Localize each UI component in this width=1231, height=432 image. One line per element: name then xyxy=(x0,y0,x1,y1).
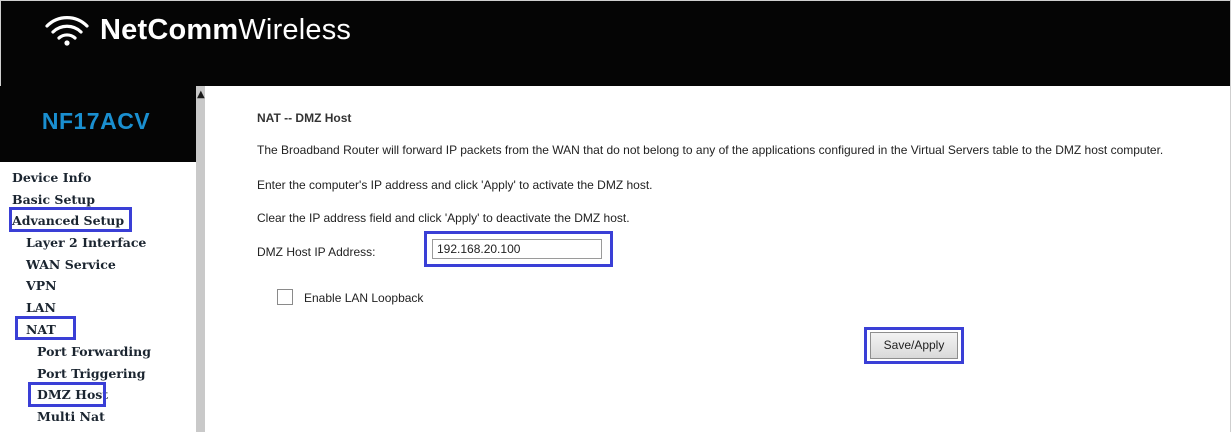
sidebar-item-lan[interactable]: LAN xyxy=(26,300,56,315)
sidebar-scrollbar[interactable] xyxy=(196,86,205,432)
sidebar-item-device-info[interactable]: Device Info xyxy=(12,170,91,185)
wifi-icon xyxy=(45,16,89,46)
lan-loopback-label: Enable LAN Loopback xyxy=(304,291,424,305)
sidebar-item-vpn[interactable]: VPN xyxy=(26,278,57,293)
brand-logo: NetCommWireless xyxy=(43,13,351,47)
main-content xyxy=(205,86,1230,432)
brand-name: NetCommWireless xyxy=(100,13,352,46)
highlight-advanced-setup xyxy=(9,207,132,232)
sidebar-item-wan-service[interactable]: WAN Service xyxy=(26,257,116,272)
sidebar-item-multi-nat[interactable]: Multi Nat xyxy=(37,409,105,424)
highlight-nat xyxy=(15,316,76,340)
dmz-ip-label: DMZ Host IP Address: xyxy=(257,245,376,259)
top-header: NetCommWireless xyxy=(1,1,1230,86)
sidebar-item-basic-setup[interactable]: Basic Setup xyxy=(12,192,95,207)
sidebar-item-port-triggering[interactable]: Port Triggering xyxy=(37,366,145,381)
highlight-dmz-host xyxy=(28,382,106,407)
sidebar-item-layer2-interface[interactable]: Layer 2 Interface xyxy=(26,235,146,250)
lan-loopback-checkbox[interactable] xyxy=(277,289,293,305)
page-title: NAT -- DMZ Host xyxy=(257,111,352,125)
description-text: The Broadband Router will forward IP pac… xyxy=(257,143,1164,157)
sidebar-item-port-forwarding[interactable]: Port Forwarding xyxy=(37,344,151,359)
instruction-activate: Enter the computer's IP address and clic… xyxy=(257,178,653,192)
model-name: NF17ACV xyxy=(41,108,151,134)
scroll-up-arrow-icon[interactable]: ▲ xyxy=(197,90,205,100)
instruction-deactivate: Clear the IP address field and click 'Ap… xyxy=(257,211,630,225)
highlight-dmz-ip xyxy=(424,231,613,267)
highlight-save-apply xyxy=(864,327,964,364)
